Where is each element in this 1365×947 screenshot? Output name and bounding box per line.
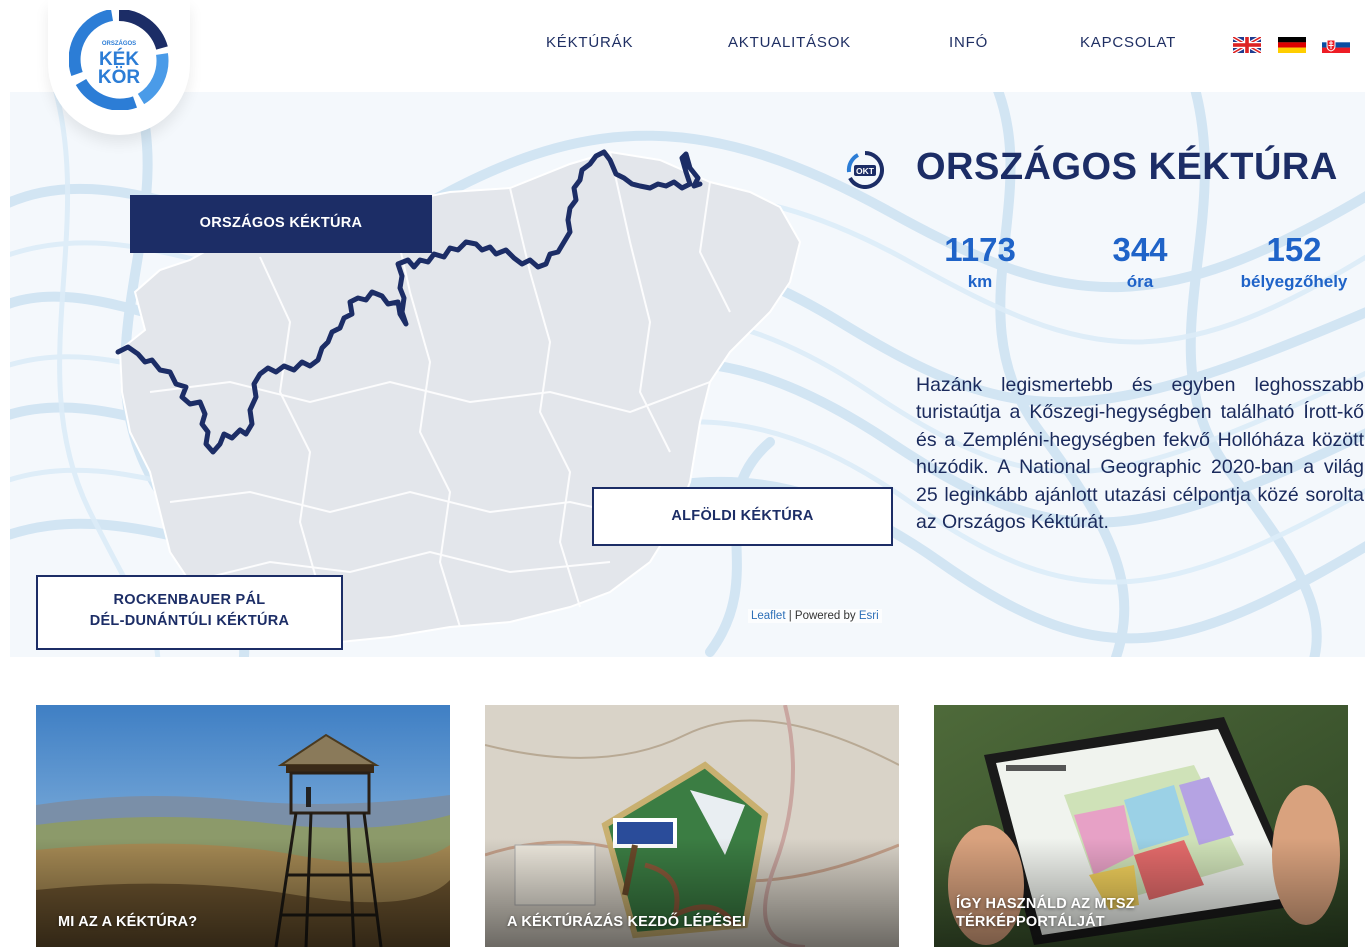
route-title: ORSZÁGOS KÉKTÚRA bbox=[916, 146, 1338, 188]
logo-small-text: ORSZÁGOS bbox=[102, 40, 136, 47]
de-flag-icon[interactable] bbox=[1278, 37, 1306, 53]
card-map-portal-title: ÍGY HASZNÁLD AZ MTSZ TÉRKÉPPORTÁLJÁT bbox=[956, 895, 1135, 931]
stat-hours-unit: óra bbox=[1126, 272, 1154, 291]
ddk-route-button[interactable]: ROCKENBAUER PÁL DÉL-DUNÁNTÚLI KÉKTÚRA bbox=[36, 575, 343, 650]
card-what-is-kektura[interactable]: MI AZ A KÉKTÚRA? bbox=[36, 705, 450, 947]
sk-flag-icon[interactable] bbox=[1322, 37, 1350, 53]
card-map-portal-title-line2: TÉRKÉPPORTÁLJÁT bbox=[956, 914, 1105, 930]
okt-badge-text: OKT bbox=[856, 166, 875, 176]
stat-stamps: 152 bélyegzőhely bbox=[1226, 230, 1362, 294]
stat-distance-unit: km bbox=[967, 272, 993, 291]
stat-stamps-value: 152 bbox=[1266, 231, 1322, 268]
ddk-route-label-line2: DÉL-DUNÁNTÚLI KÉKTÚRA bbox=[89, 613, 290, 629]
card-map-portal-title-line1: ÍGY HASZNÁLD AZ MTSZ bbox=[956, 896, 1135, 912]
lookout-tower-image bbox=[36, 705, 450, 947]
okt-route-label: ORSZÁGOS KÉKTÚRA bbox=[199, 215, 363, 231]
okt-route-button[interactable]: ORSZÁGOS KÉKTÚRA bbox=[130, 195, 432, 253]
stat-hours-value: 344 bbox=[1112, 231, 1168, 268]
card-what-is-kektura-title: MI AZ A KÉKTÚRA? bbox=[58, 914, 198, 930]
stamp-badge-image bbox=[485, 705, 899, 947]
stat-distance-value: 1173 bbox=[944, 231, 1016, 268]
route-description: Hazánk legismertebb és egyben leghosszab… bbox=[916, 374, 1364, 534]
leaflet-link[interactable]: Leaflet bbox=[751, 610, 786, 622]
stat-hours: 344 óra bbox=[1080, 230, 1200, 294]
logo-line2: KÖR bbox=[98, 67, 141, 88]
aft-route-label: ALFÖLDI KÉKTÚRA bbox=[671, 508, 814, 524]
uk-flag-icon[interactable] bbox=[1233, 37, 1261, 53]
stat-distance: 1173 km bbox=[920, 230, 1040, 294]
okt-badge-icon: OKT bbox=[846, 151, 884, 189]
kek-kor-logo-icon: ORSZÁGOS KÉK KÖR bbox=[69, 10, 169, 110]
stat-stamps-unit: bélyegzőhely bbox=[1240, 272, 1348, 291]
card-first-steps[interactable]: A KÉKTÚRÁZÁS KEZDŐ LÉPÉSEI bbox=[485, 705, 899, 947]
nav-info[interactable]: INFÓ bbox=[949, 34, 988, 51]
nav-kapcsolat[interactable]: KAPCSOLAT bbox=[1080, 34, 1176, 51]
nav-aktualitasok[interactable]: AKTUALITÁSOK bbox=[728, 34, 851, 51]
attribution-separator: | Powered by bbox=[785, 610, 859, 622]
esri-link[interactable]: Esri bbox=[859, 610, 879, 622]
nav-kekturak[interactable]: KÉKTÚRÁK bbox=[546, 34, 633, 51]
aft-route-button[interactable]: ALFÖLDI KÉKTÚRA bbox=[592, 487, 893, 546]
site-header: KÉKTÚRÁK AKTUALITÁSOK INFÓ KAPCSOLAT bbox=[0, 0, 1365, 92]
card-map-portal[interactable]: ÍGY HASZNÁLD AZ MTSZ TÉRKÉPPORTÁLJÁT bbox=[934, 705, 1348, 947]
card-first-steps-title: A KÉKTÚRÁZÁS KEZDŐ LÉPÉSEI bbox=[507, 914, 747, 930]
ddk-route-label-line1: ROCKENBAUER PÁL bbox=[113, 592, 266, 608]
map-attribution: Leaflet | Powered by Esri bbox=[748, 609, 882, 623]
